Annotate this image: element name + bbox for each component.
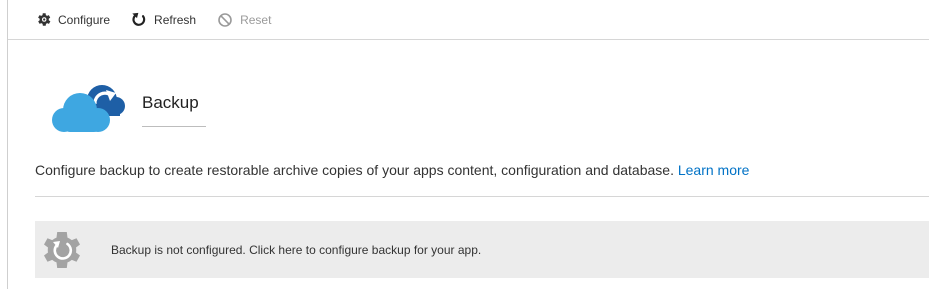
title-underline (142, 126, 206, 127)
configure-label: Configure (58, 12, 111, 27)
prohibited-icon (216, 11, 234, 29)
configure-button[interactable]: Configure (34, 8, 110, 32)
description: Configure backup to create restorable ar… (35, 162, 749, 178)
reset-button[interactable]: Reset (216, 8, 271, 32)
learn-more-link[interactable]: Learn more (678, 162, 750, 178)
cloud-backup-icon (50, 74, 128, 136)
page-title: Backup (142, 93, 199, 112)
description-text: Configure backup to create restorable ar… (35, 162, 674, 178)
banner-message: Backup is not configured. Click here to … (111, 242, 482, 257)
section-divider (35, 196, 929, 197)
refresh-label: Refresh (154, 12, 197, 27)
refresh-button[interactable]: Refresh (130, 8, 196, 32)
backup-blade: Configure Refresh Reset Backup Configure… (0, 0, 929, 289)
not-configured-banner[interactable]: Backup is not configured. Click here to … (35, 221, 929, 278)
blade-header: Backup (50, 74, 206, 136)
gear-refresh-icon (42, 229, 82, 270)
command-bar: Configure Refresh Reset (8, 0, 929, 40)
gear-icon (34, 11, 52, 29)
title-block: Backup (142, 92, 206, 127)
blade-left-border (7, 0, 8, 289)
reset-label: Reset (240, 12, 272, 27)
refresh-icon (130, 11, 148, 29)
